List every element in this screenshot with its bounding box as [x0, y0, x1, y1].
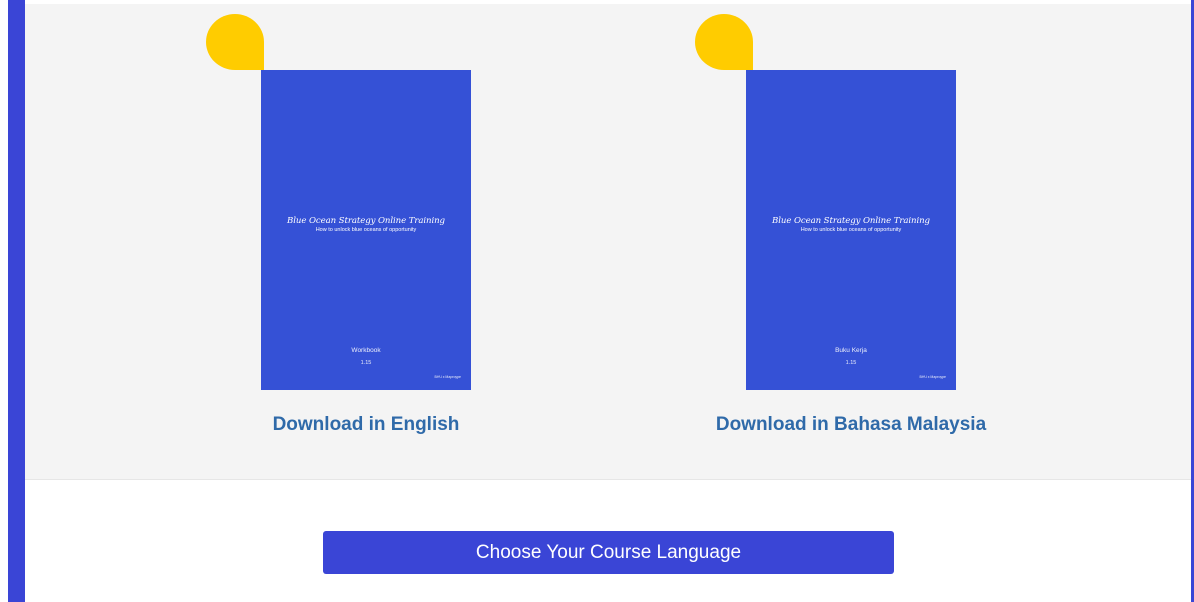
workbook-cover-english[interactable]: Blue Ocean Strategy Online Training How …: [261, 70, 471, 390]
cover-kind: Workbook: [351, 347, 381, 354]
cover-publisher-mark: ВНЧ х Маргоуре: [434, 375, 461, 379]
cover-version: 1.15: [360, 360, 372, 366]
cover-subtitle: How to unlock blue oceans of opportunity: [315, 227, 417, 233]
page: Blue Ocean Strategy Online Training How …: [0, 0, 1194, 602]
cover-subtitle: How to unlock blue oceans of opportunity: [800, 227, 902, 233]
download-english-link[interactable]: Download in English: [216, 415, 516, 434]
choose-language-button[interactable]: Choose Your Course Language: [323, 531, 894, 574]
cover-title: Blue Ocean Strategy Online Training: [287, 216, 445, 226]
cover-version: 1.15: [845, 360, 857, 366]
download-malay-link[interactable]: Download in Bahasa Malaysia: [701, 415, 1001, 434]
left-accent-bar: [8, 0, 25, 602]
speech-bubble-icon: [206, 14, 264, 70]
workbook-cover-malay[interactable]: Blue Ocean Strategy Online Training How …: [746, 70, 956, 390]
cover-title: Blue Ocean Strategy Online Training: [772, 216, 930, 226]
cover-kind: Buku Kerja: [835, 347, 867, 354]
speech-bubble-icon: [695, 14, 753, 70]
download-section: [25, 4, 1191, 480]
cover-publisher-mark: ВНЧ х Маргоуре: [919, 375, 946, 379]
